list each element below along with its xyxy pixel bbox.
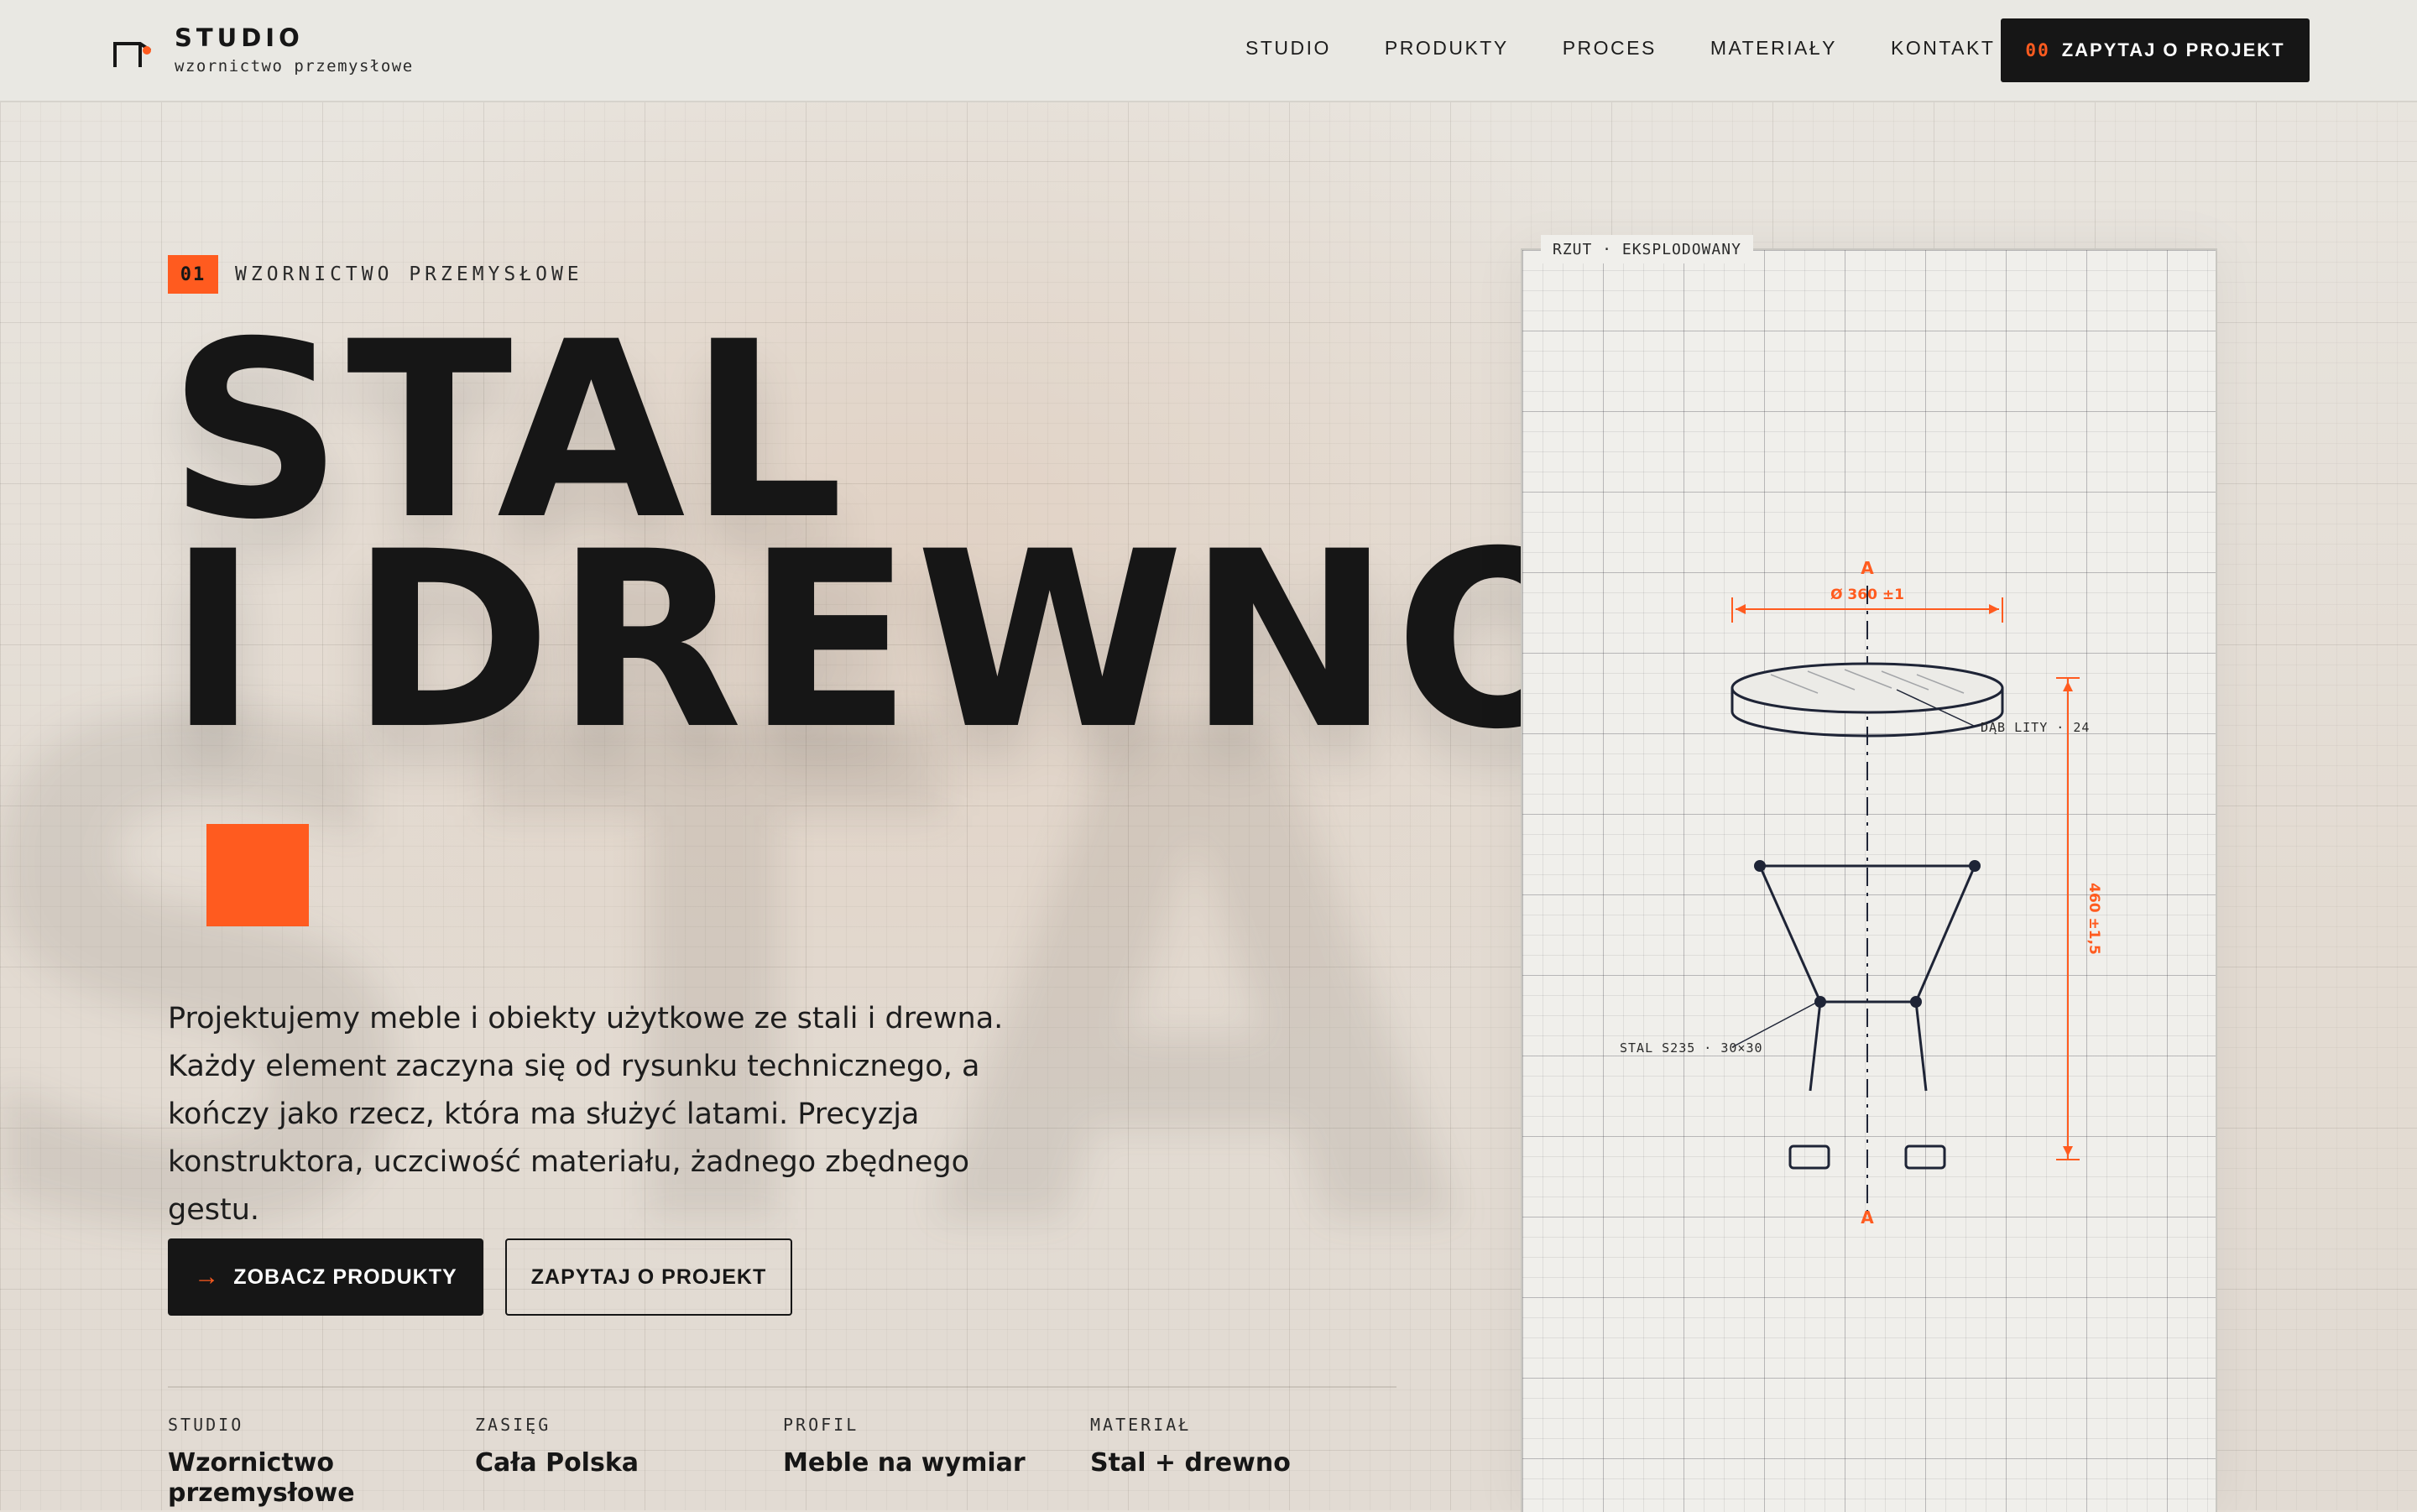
technical-drawing-panel: A A Ø 360 ±1 DĄB LITY · 24 STAL S235 · 3… [1521, 248, 2217, 1512]
request-project-button[interactable]: ZAPYTAJ O PROJEKT [505, 1238, 792, 1316]
nav-item-materialy[interactable]: MATERIAŁY [1710, 37, 1837, 64]
frame-left-leg [1809, 1001, 1822, 1092]
nav-item-kontakt[interactable]: KONTAKT [1891, 37, 1995, 64]
header-inquiry-button[interactable]: 00 ZAPYTAJ O PROJEKT [2001, 18, 2310, 82]
stats-row: STUDIO Wzornictwo przemysłowe ZASIĘG Cał… [168, 1386, 1396, 1512]
height-arrow-bottom [2063, 1146, 2073, 1156]
header-inquiry-label: ZAPYTAJ O PROJEKT [2061, 39, 2285, 60]
nav-item-studio[interactable]: STUDIO [1245, 37, 1331, 64]
joint-node [1910, 996, 1922, 1008]
frame-right-leg [1914, 1001, 1928, 1092]
section-number-badge: 01 [168, 255, 218, 294]
arrow-right-icon: → [194, 1263, 221, 1290]
dim-arrow-right [1989, 604, 1999, 614]
exploded-table-drawing: A A Ø 360 ±1 DĄB LITY · 24 STAL S235 · 3… [1620, 558, 2102, 1228]
stat-label: ZASIĘG [475, 1415, 551, 1435]
joint-node [1969, 860, 1981, 872]
view-products-label: ZOBACZ PRODUKTY [233, 1264, 457, 1289]
stat-value: Meble na wymiar [783, 1448, 1026, 1478]
main-nav: STUDIO PRODUKTY PROCES MATERIAŁY KONTAKT [1245, 37, 1995, 64]
site-header: STUDIO wzornictwo przemysłowe STUDIO PRO… [0, 0, 2417, 102]
brand-name[interactable]: STUDIO [175, 23, 304, 52]
drawing-view-tag: RZUT · EKSPLODOWANY [1541, 235, 1753, 263]
section-marker-top: A [1861, 558, 1874, 578]
nav-item-proces[interactable]: PROCES [1563, 37, 1657, 64]
height-arrow-top [2063, 681, 2073, 691]
hero-lead-paragraph: Projektujemy meble i obiekty użytkowe ze… [168, 1002, 1004, 1227]
stat-item: STUDIO Wzornictwo przemysłowe [168, 1415, 436, 1509]
header-inquiry-number: 00 [2025, 40, 2050, 60]
frame-material-callout: STAL S235 · 30×30 [1620, 1040, 1763, 1056]
stat-item: ZASIĘG Cała Polska [475, 1415, 744, 1478]
stat-value: Cała Polska [475, 1448, 639, 1478]
stat-item: MATERIAŁ Stal + drewno [1090, 1415, 1359, 1478]
nav-item-produkty[interactable]: PRODUKTY [1385, 37, 1509, 64]
foot-pad-right [1904, 1144, 1946, 1170]
stat-label: MATERIAŁ [1090, 1415, 1192, 1435]
brand-tagline: wzornictwo przemysłowe [175, 57, 414, 76]
eyebrow-text: WZORNICTWO PRZEMYSŁOWE [235, 263, 583, 285]
stat-item: PROFIL Meble na wymiar [783, 1415, 1052, 1478]
logo-icon[interactable] [112, 37, 153, 70]
joint-node [1754, 860, 1766, 872]
stat-value: Stal + drewno [1090, 1448, 1291, 1478]
joint-node [1814, 996, 1826, 1008]
foot-pad-left [1788, 1144, 1830, 1170]
stat-value: Wzornictwo przemysłowe [168, 1448, 355, 1508]
frame-left-strut [1758, 865, 1822, 1003]
stat-label: PROFIL [783, 1415, 859, 1435]
accent-square [206, 824, 309, 926]
section-marker-bottom: A [1861, 1207, 1874, 1228]
headline-line-2: I DREWNO [168, 500, 1605, 783]
dim-arrow-left [1736, 604, 1746, 614]
height-dimension-label: 460 ±1,5 [2086, 883, 2102, 955]
frame-right-strut [1914, 865, 1976, 1003]
hero-headline: STAL I DREWNO [168, 310, 1605, 783]
tabletop-surface [1731, 662, 2004, 714]
view-products-button[interactable]: → ZOBACZ PRODUKTY [168, 1238, 483, 1316]
stat-label: STUDIO [168, 1415, 244, 1435]
hero-eyebrow: 01 WZORNICTWO PRZEMYSŁOWE [168, 255, 583, 294]
top-material-callout: DĄB LITY · 24 [1981, 720, 2090, 735]
diameter-dimension-label: Ø 360 ±1 [1830, 587, 1904, 603]
